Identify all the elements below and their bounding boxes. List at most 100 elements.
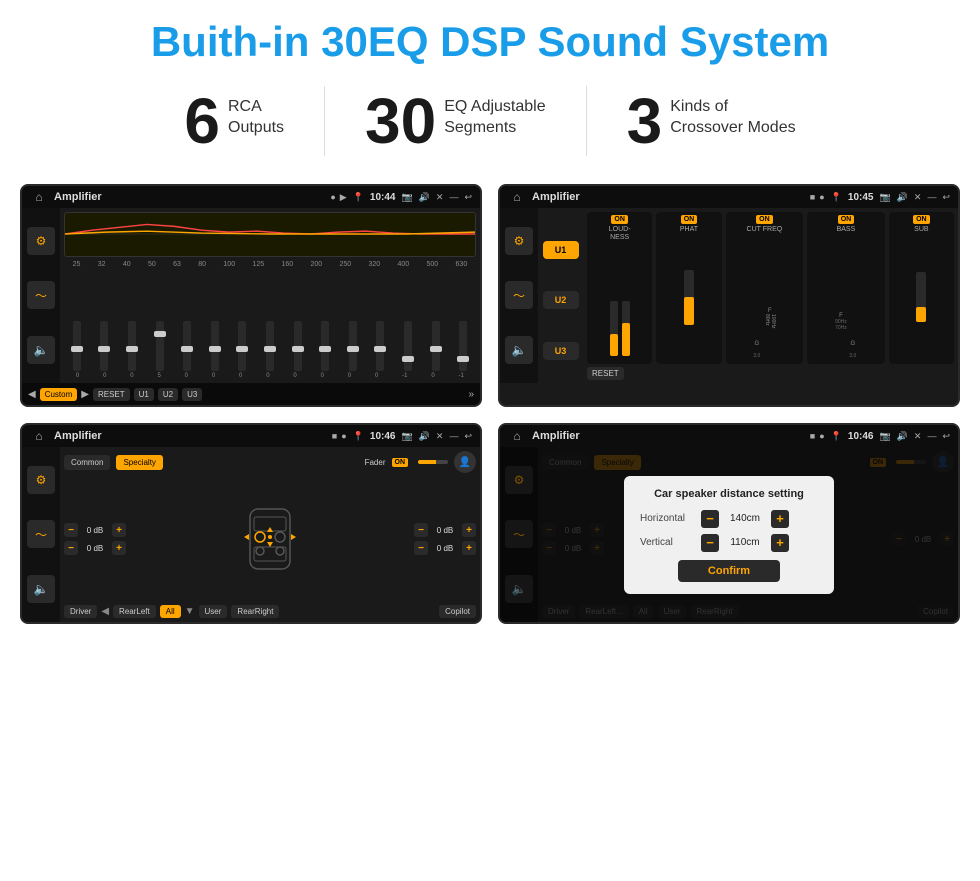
stat-eq-number: 30 [365, 89, 436, 153]
prev-btn[interactable]: ◀ [28, 389, 36, 400]
vol4-minus[interactable]: − [414, 541, 428, 555]
common-tab[interactable]: Common [64, 455, 110, 470]
loudness-slider-2[interactable] [622, 301, 630, 356]
fader-on-badge[interactable]: ON [392, 458, 409, 467]
back-icon-4[interactable]: ↩ [942, 431, 950, 442]
vol4-plus[interactable]: + [462, 541, 476, 555]
home-icon-4[interactable]: ⌂ [508, 427, 526, 445]
spk-filter-btn[interactable]: ⚙ [27, 466, 55, 494]
eq-slider-1[interactable] [100, 321, 108, 371]
eq-slider-9[interactable] [321, 321, 329, 371]
eq-slider-8[interactable] [294, 321, 302, 371]
vol2-minus[interactable]: − [64, 541, 78, 555]
back-icon-3[interactable]: ↩ [464, 431, 472, 442]
close-icon-2[interactable]: ✕ [914, 192, 922, 203]
back-icon[interactable]: ↩ [464, 192, 472, 203]
spk-wave-btn[interactable]: 〜 [27, 520, 55, 548]
eq-slider-0[interactable] [73, 321, 81, 371]
bass-on[interactable]: ON [838, 215, 855, 224]
eq-speaker-btn[interactable]: 🔈 [27, 336, 55, 364]
fader-slider[interactable] [418, 460, 448, 464]
eq-slider-4[interactable] [183, 321, 191, 371]
vol3-plus[interactable]: + [462, 523, 476, 537]
copilot-btn[interactable]: Copilot [439, 605, 476, 618]
eq-slider-6[interactable] [238, 321, 246, 371]
stats-row: 6 RCA Outputs 30 EQ Adjustable Segments … [0, 76, 980, 176]
spk-speaker-btn[interactable]: 🔈 [27, 575, 55, 603]
more-icon[interactable]: » [468, 389, 474, 400]
vertical-plus[interactable]: + [771, 534, 789, 552]
eq-slider-14[interactable] [459, 321, 467, 371]
rearright-btn[interactable]: RearRight [231, 605, 279, 618]
custom-preset-btn[interactable]: Custom [40, 388, 78, 401]
loudness-on[interactable]: ON [611, 215, 628, 224]
eq-slider-12[interactable] [404, 321, 412, 371]
eq-slider-2[interactable] [128, 321, 136, 371]
amp2-reset-btn[interactable]: RESET [587, 367, 624, 380]
minimize-icon-3[interactable]: — [449, 431, 458, 441]
user-avatar[interactable]: 👤 [454, 451, 476, 473]
vertical-row: Vertical − 110cm + [640, 534, 818, 552]
sub-on[interactable]: ON [913, 215, 930, 224]
amp2-wave-btn[interactable]: 〜 [505, 281, 533, 309]
sub-slider[interactable] [916, 272, 926, 322]
driver-btn[interactable]: Driver [64, 605, 97, 618]
phat-on[interactable]: ON [681, 215, 698, 224]
page-title: Buith-in 30EQ DSP Sound System [0, 0, 980, 76]
eq-slider-10[interactable] [349, 321, 357, 371]
down-arrow-btn[interactable]: ▼ [185, 606, 195, 617]
home-icon-3[interactable]: ⌂ [30, 427, 48, 445]
eq-slider-7[interactable] [266, 321, 274, 371]
vertical-minus[interactable]: − [701, 534, 719, 552]
vol-row-4: − 0 dB + [414, 541, 476, 555]
vol2-plus[interactable]: + [112, 541, 126, 555]
u1-btn[interactable]: U1 [134, 388, 154, 401]
stat-rca: 6 RCA Outputs [144, 89, 324, 153]
close-icon-4[interactable]: ✕ [914, 431, 922, 442]
amp2-filter-btn[interactable]: ⚙ [505, 227, 533, 255]
horizontal-plus[interactable]: + [771, 510, 789, 528]
eq-slider-11[interactable] [376, 321, 384, 371]
preset-u2[interactable]: U2 [543, 291, 579, 309]
all-btn[interactable]: All [160, 605, 181, 618]
amp2-bottom: RESET [587, 364, 954, 383]
eq-slider-5[interactable] [211, 321, 219, 371]
back-icon-2[interactable]: ↩ [942, 192, 950, 203]
u2-btn[interactable]: U2 [158, 388, 178, 401]
left-arrow-btn[interactable]: ◀ [101, 606, 109, 617]
spk-top-row: Common Specialty Fader ON 👤 [64, 451, 476, 473]
eq-slider-3[interactable] [156, 321, 164, 371]
eq-val-13: 0 [431, 373, 434, 379]
rearleft-btn[interactable]: RearLeft [113, 605, 156, 618]
close-icon-3[interactable]: ✕ [436, 431, 444, 442]
home-icon[interactable]: ⌂ [30, 188, 48, 206]
eq-wave-btn[interactable]: 〜 [27, 281, 55, 309]
loudness-slider-1[interactable] [610, 301, 618, 356]
confirm-button[interactable]: Confirm [678, 560, 780, 582]
eq-val-11: 0 [375, 373, 378, 379]
minimize-icon[interactable]: — [449, 192, 458, 202]
phat-slider[interactable] [684, 270, 694, 325]
cutfreq-on[interactable]: ON [756, 215, 773, 224]
u3-btn[interactable]: U3 [182, 388, 202, 401]
camera-icon-4: 📷 [879, 431, 890, 442]
home-icon-2[interactable]: ⌂ [508, 188, 526, 206]
specialty-tab[interactable]: Specialty [116, 455, 162, 470]
amp2-speaker-btn[interactable]: 🔈 [505, 336, 533, 364]
eq-filter-btn[interactable]: ⚙ [27, 227, 55, 255]
horizontal-minus[interactable]: − [701, 510, 719, 528]
vol1-plus[interactable]: + [112, 523, 126, 537]
vol1-minus[interactable]: − [64, 523, 78, 537]
preset-u3[interactable]: U3 [543, 342, 579, 360]
minimize-icon-2[interactable]: — [927, 192, 936, 202]
user-btn[interactable]: User [199, 605, 228, 618]
eq-slider-13[interactable] [432, 321, 440, 371]
preset-u1[interactable]: U1 [543, 241, 579, 259]
reset-btn[interactable]: RESET [93, 388, 130, 401]
vol3-minus[interactable]: − [414, 523, 428, 537]
next-btn[interactable]: ▶ [81, 389, 89, 400]
close-icon[interactable]: ✕ [436, 192, 444, 203]
minimize-icon-4[interactable]: — [927, 431, 936, 441]
status-bar-4: ⌂ Amplifier ■ ● 📍 10:46 📷 🔊 ✕ — ↩ [500, 425, 958, 447]
screen3-title: Amplifier [54, 430, 326, 442]
